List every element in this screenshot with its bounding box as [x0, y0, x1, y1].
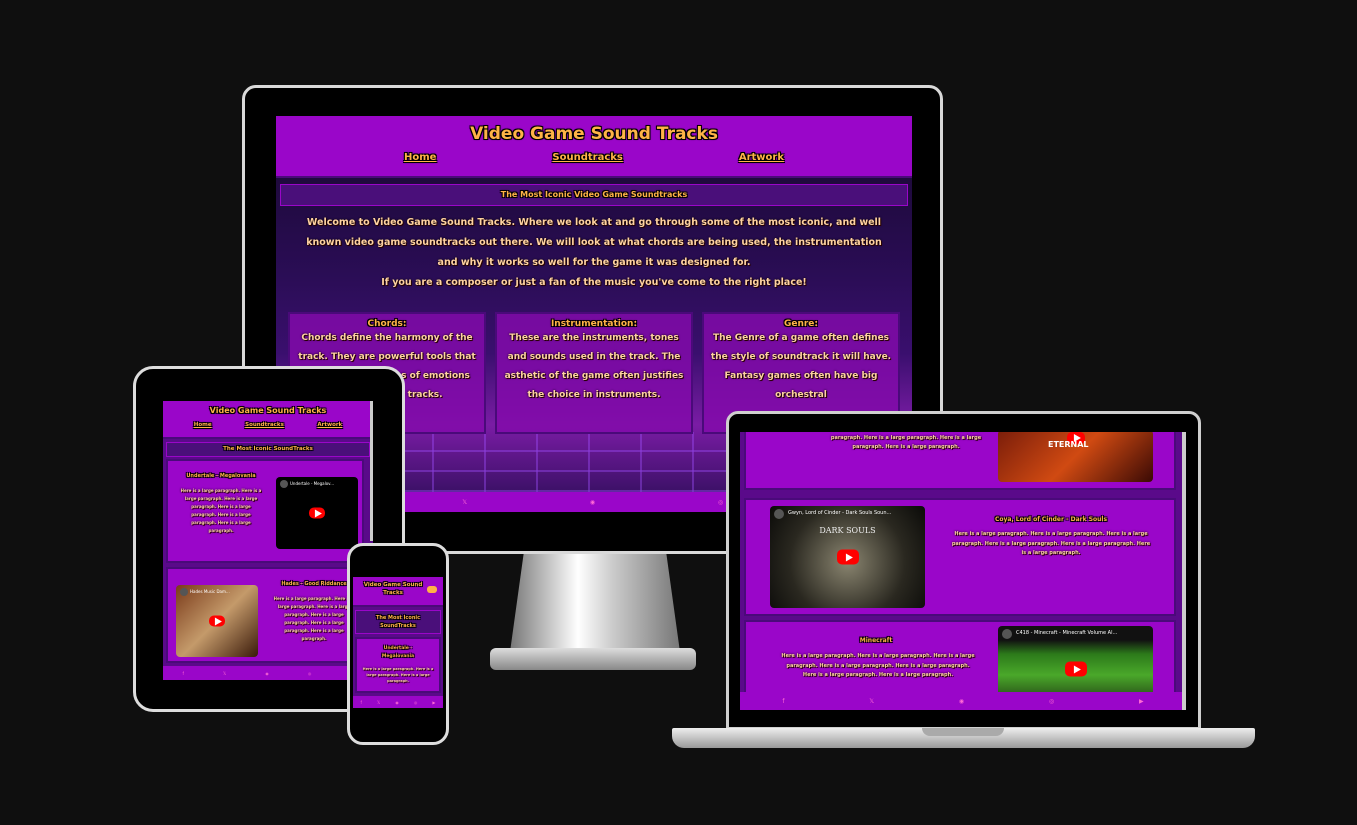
facebook-icon[interactable]: f — [183, 671, 184, 676]
nav-soundtracks[interactable]: Soundtracks — [552, 152, 622, 163]
channel-avatar — [1002, 629, 1012, 639]
main-nav: Home Soundtracks Artwork — [163, 422, 373, 428]
site-header: Video Game Sound Tracks Home Soundtracks… — [276, 116, 912, 178]
video-title: C418 - Minecraft - Minecraft Volume Al..… — [1016, 630, 1118, 636]
discord-icon[interactable]: ◉ — [265, 671, 269, 676]
video-title: Hades Music Dam... — [190, 589, 230, 594]
nav-soundtracks[interactable]: Soundtracks — [245, 422, 284, 428]
site-footer: f 𝕏 ◉ ◎ ▶ — [353, 696, 443, 708]
x-icon[interactable]: 𝕏 — [462, 499, 467, 506]
page-subtitle: The Most Iconic Video Game Soundtracks — [280, 184, 908, 206]
track-name: Coya, Lord of Cinder - Dark Souls — [994, 516, 1108, 523]
tablet-screen: Video Game Sound Tracks Home Soundtracks… — [163, 401, 373, 680]
card-text: The Genre of a game often defines the st… — [710, 333, 892, 400]
track-card: Hades Music Dam... Hades - Good Riddance… — [166, 567, 364, 663]
track-text: Here is a large paragraph. Here is a lar… — [362, 667, 434, 683]
play-button[interactable] — [1064, 661, 1087, 677]
play-button[interactable] — [209, 615, 225, 627]
card-heading: Genre: — [783, 319, 819, 329]
scrollbar[interactable] — [1182, 432, 1186, 710]
video-label: ETERNAL — [1048, 440, 1089, 449]
facebook-icon[interactable]: f — [361, 700, 362, 705]
scrollbar[interactable] — [370, 401, 373, 541]
track-card: Gwyn, Lord of Cinder - Dark Souls Soun..… — [744, 498, 1176, 616]
discord-icon[interactable]: ◉ — [395, 700, 399, 705]
menu-icon[interactable] — [427, 586, 437, 593]
nav-artwork[interactable]: Artwork — [317, 422, 342, 428]
site-footer: f 𝕏 ◉ ◎ ▶ — [163, 666, 373, 680]
site-header: Video Game Sound Tracks Home Soundtracks… — [163, 401, 373, 439]
track-name: Undertale - Megalovania — [381, 646, 415, 659]
page-subtitle: The Most Iconic SoundTracks — [355, 610, 441, 634]
nav-artwork[interactable]: Artwork — [739, 152, 784, 163]
channel-avatar — [774, 509, 784, 519]
track-card: Undertale - Megalovania Here is a large … — [355, 637, 441, 693]
discord-icon[interactable]: ◉ — [959, 698, 964, 705]
video-label: DARK SOULS — [819, 526, 876, 535]
instagram-icon[interactable]: ◎ — [1049, 698, 1054, 705]
discord-icon[interactable]: ◉ — [590, 499, 595, 506]
track-card: Undertale - Megalovania Here is a large … — [166, 459, 364, 563]
site-title[interactable]: Video Game Sound Tracks — [276, 116, 912, 144]
intro-paragraph-1: Welcome to Video Game Sound Tracks. Wher… — [306, 217, 882, 268]
track-text: Here is a large paragraph. Here is a lar… — [951, 531, 1151, 556]
youtube-icon[interactable]: ▶ — [1139, 698, 1144, 705]
track-name: Undertale - Megalovania — [186, 473, 256, 479]
video-embed[interactable]: Undertale - Megalov... — [276, 477, 358, 549]
monitor-stand — [510, 554, 680, 652]
instrumentation-card: Instrumentation: These are the instrumen… — [495, 312, 693, 434]
channel-avatar — [180, 588, 188, 596]
track-text: paragraph. Here is a large paragraph. He… — [830, 435, 982, 450]
laptop-notch — [922, 728, 1004, 736]
page-subtitle: The Most Iconic SoundTracks — [166, 442, 370, 457]
laptop-screen: paragraph. Here is a large paragraph. He… — [740, 432, 1186, 710]
facebook-icon[interactable]: f — [782, 698, 784, 705]
video-embed[interactable]: C418 - Minecraft - Minecraft Volume Al..… — [998, 626, 1153, 696]
phone-screen: Video Game Sound Tracks The Most Iconic … — [353, 577, 443, 708]
main-nav: Home Soundtracks Artwork — [276, 152, 912, 163]
x-icon[interactable]: 𝕏 — [223, 671, 226, 676]
youtube-icon[interactable]: ▶ — [432, 700, 435, 705]
video-title: Undertale - Megalov... — [290, 481, 335, 486]
site-title[interactable]: Video Game Sound Tracks — [163, 401, 373, 415]
x-icon[interactable]: 𝕏 — [869, 698, 874, 705]
nav-home[interactable]: Home — [194, 422, 212, 428]
play-button[interactable] — [836, 549, 859, 565]
video-embed[interactable]: ETERNAL — [998, 432, 1153, 482]
nav-home[interactable]: Home — [404, 152, 436, 163]
site-footer: f 𝕏 ◉ ◎ ▶ — [740, 692, 1186, 710]
video-title: Gwyn, Lord of Cinder - Dark Souls Soun..… — [788, 510, 892, 516]
instagram-icon[interactable]: ◎ — [718, 499, 723, 506]
track-text: Here is a large paragraph. Here is a lar… — [781, 653, 975, 678]
track-card: paragraph. Here is a large paragraph. He… — [744, 432, 1176, 490]
track-text: Here is a large paragraph. Here is a lar… — [180, 488, 262, 533]
x-icon[interactable]: 𝕏 — [377, 700, 380, 705]
card-heading: Instrumentation: — [550, 319, 638, 329]
instagram-icon[interactable]: ◎ — [414, 700, 418, 705]
video-embed[interactable]: Hades Music Dam... — [176, 585, 258, 657]
instagram-icon[interactable]: ◎ — [308, 671, 312, 676]
card-heading: Chords: — [367, 319, 407, 329]
intro-text: Welcome to Video Game Sound Tracks. Wher… — [276, 206, 912, 293]
site-header: Video Game Sound Tracks — [353, 577, 443, 607]
intro-paragraph-2: If you are a composer or just a fan of t… — [381, 277, 807, 288]
play-button[interactable] — [309, 507, 325, 519]
track-name: Minecraft — [859, 637, 893, 644]
monitor-base — [490, 648, 696, 670]
track-card: Minecraft Here is a large paragraph. Her… — [744, 620, 1176, 700]
video-embed[interactable]: Gwyn, Lord of Cinder - Dark Souls Soun..… — [770, 506, 925, 608]
card-text: These are the instruments, tones and sou… — [504, 333, 684, 400]
mockup-stage: Video Game Sound Tracks Home Soundtracks… — [0, 0, 1357, 825]
channel-avatar — [280, 480, 288, 488]
track-text: Here is a large paragraph. Here is a lar… — [273, 596, 355, 641]
